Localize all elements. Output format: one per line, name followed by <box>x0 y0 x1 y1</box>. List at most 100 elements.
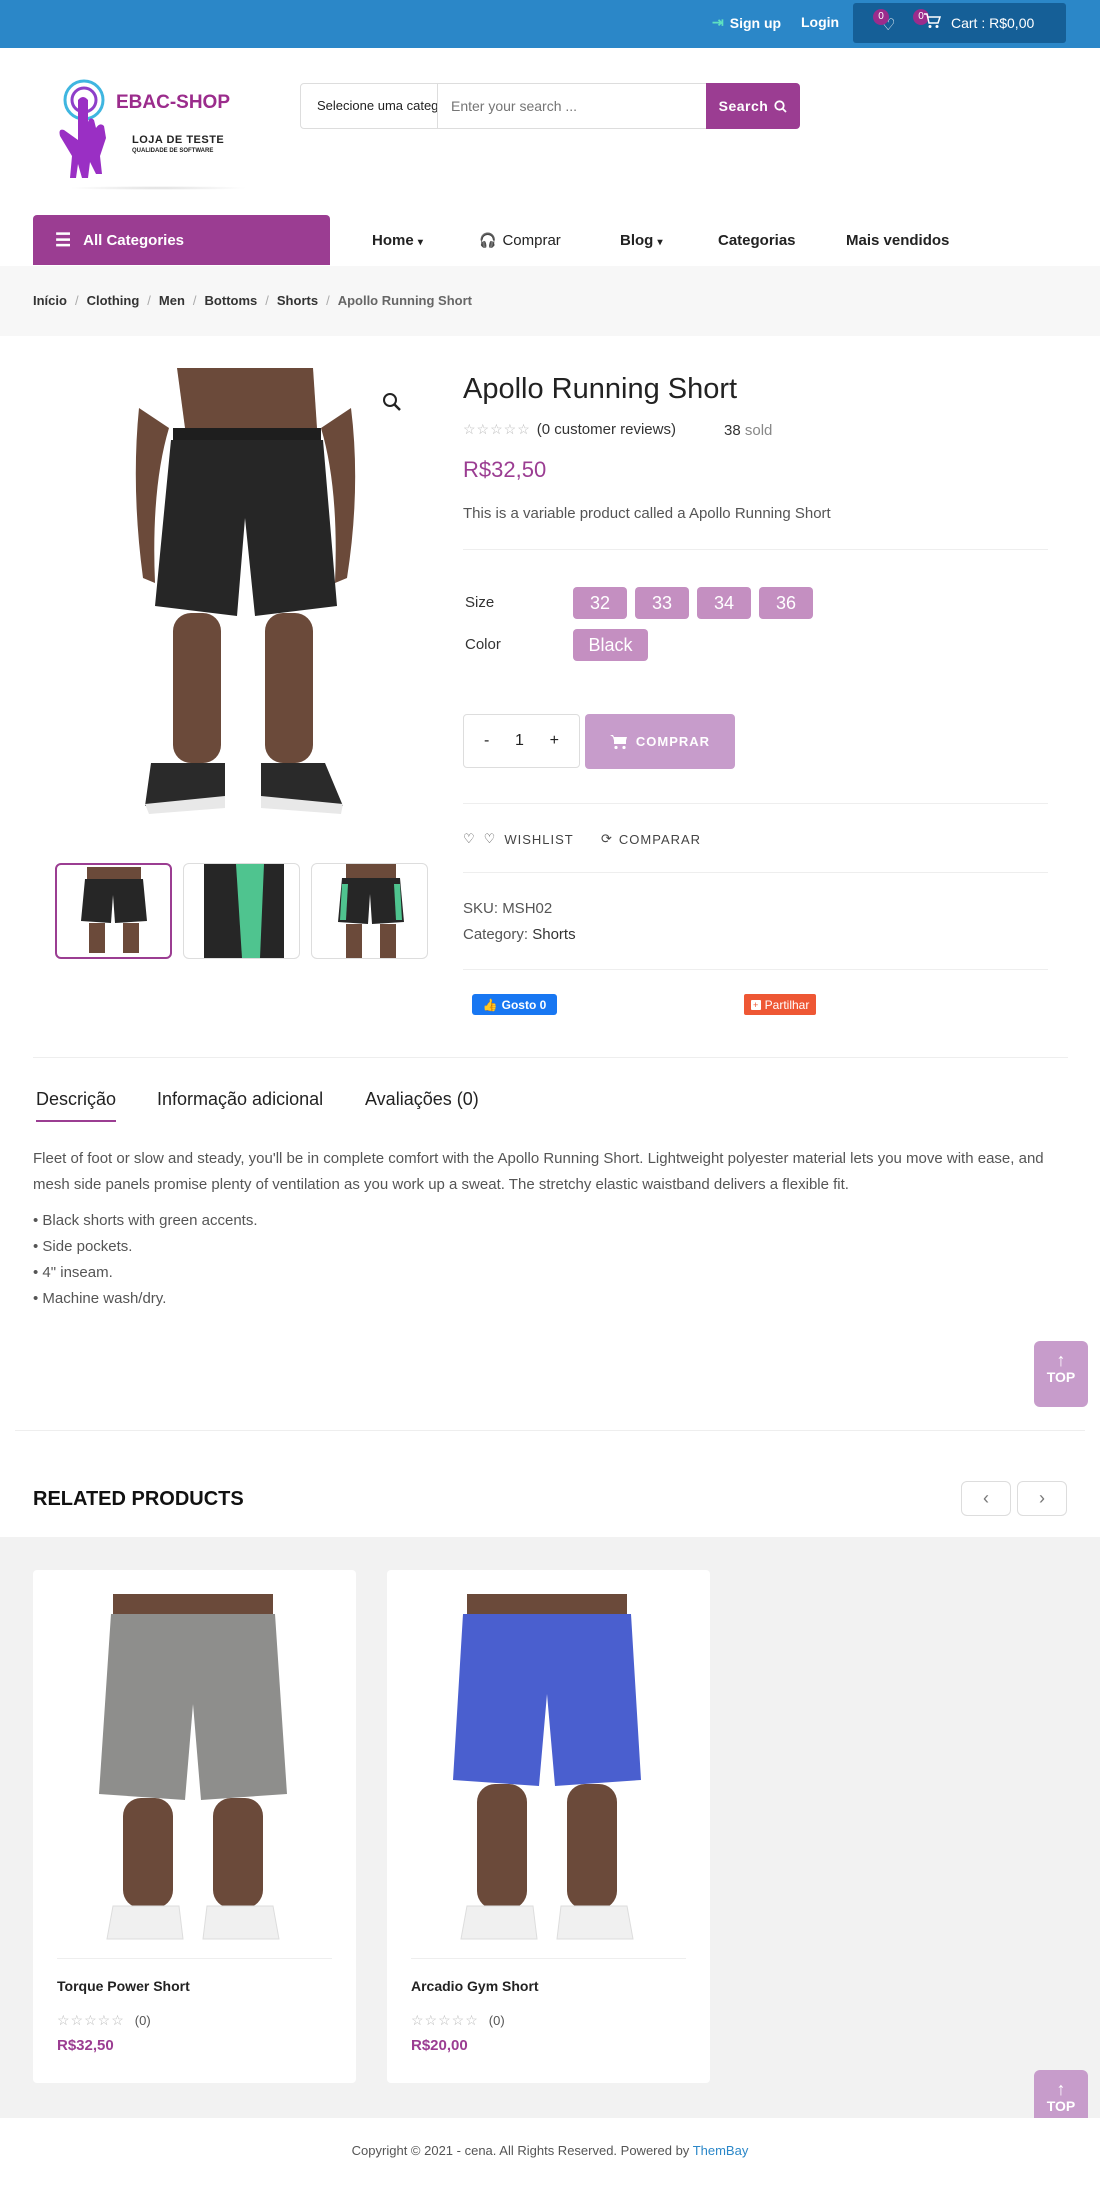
product-description: Fleet of foot or slow and steady, you'll… <box>33 1150 1044 1193</box>
breadcrumb-inicio[interactable]: Início <box>33 293 67 308</box>
product-short-description: This is a variable product called a Apol… <box>463 505 831 522</box>
size-option-36[interactable]: 36 <box>759 587 813 619</box>
breadcrumb-separator: / <box>74 293 79 308</box>
star-rating-icon: ☆☆☆☆☆ <box>463 421 531 437</box>
logo-shadow <box>68 186 248 190</box>
nav-categorias[interactable]: Categorias <box>718 232 796 249</box>
chevron-left-icon: ‹ <box>983 1488 989 1508</box>
product-thumbnail[interactable] <box>183 863 300 959</box>
size-label: Size <box>465 594 495 611</box>
divider <box>463 549 1048 550</box>
logo-subtagline: QUALIDADE DE SOFTWARE <box>132 148 214 154</box>
feature-item: • Black shorts with green accents. <box>33 1212 258 1229</box>
feature-item: • Machine wash/dry. <box>33 1290 167 1307</box>
breadcrumb-separator: / <box>192 293 197 308</box>
share-label: Partilhar <box>764 997 810 1012</box>
back-to-top-button[interactable]: ↑ TOP <box>1034 1341 1088 1407</box>
nav-home[interactable]: Home ▾ <box>372 232 423 249</box>
product-card[interactable]: Torque Power Short ☆☆☆☆☆ (0) R$32,50 <box>33 1570 356 2083</box>
search-button[interactable]: Search <box>706 83 800 129</box>
facebook-like-button[interactable]: 👍 Gosto 0 <box>472 994 557 1015</box>
breadcrumb-bottoms[interactable]: Bottoms <box>205 293 258 308</box>
product-card-review-count: (0) <box>134 2013 151 2028</box>
review-count-link[interactable]: (0 customer reviews) <box>537 421 676 438</box>
nav-blog-label: Blog <box>620 232 654 249</box>
size-option-33[interactable]: 33 <box>635 587 689 619</box>
thumbs-up-icon: 👍 <box>482 997 498 1012</box>
login-link[interactable]: Login <box>801 14 839 30</box>
logo-tagline: LOJA DE TESTE <box>132 134 225 146</box>
wishlist-label: WISHLIST <box>504 831 574 847</box>
back-to-top-label: TOP <box>1046 1369 1076 1385</box>
arrow-up-icon: ↑ <box>1056 1350 1066 1370</box>
divider <box>463 803 1048 804</box>
copyright-text: Copyright © 2021 - cena. All Rights Rese… <box>351 2143 693 2158</box>
product-thumbnail[interactable] <box>311 863 428 959</box>
chevron-right-icon: › <box>1039 1488 1045 1508</box>
cart-box[interactable]: ♡ 0 0 Cart : R$0,00 <box>853 3 1066 43</box>
compare-button[interactable]: ⟳ COMPARAR <box>601 831 701 847</box>
product-card-rating: ☆☆☆☆☆ (0) <box>57 2012 151 2029</box>
product-card-name[interactable]: Torque Power Short <box>57 1978 190 1994</box>
site-logo[interactable]: EBAC-SHOP LOJA DE TESTE QUALIDADE DE SOF… <box>50 78 250 193</box>
share-button[interactable]: + Partilhar <box>744 994 816 1015</box>
caret-down-icon: ▾ <box>657 237 663 248</box>
signup-link[interactable]: ⇥ Sign up <box>712 14 781 31</box>
all-categories-button[interactable]: ☰ All Categories <box>33 215 330 265</box>
divider <box>33 1057 1068 1058</box>
product-card[interactable]: Arcadio Gym Short ☆☆☆☆☆ (0) R$20,00 <box>387 1570 710 2083</box>
add-to-cart-label: COMPRAR <box>635 734 711 749</box>
qty-minus-button[interactable]: - <box>484 732 489 750</box>
breadcrumb-clothing[interactable]: Clothing <box>87 293 140 308</box>
divider <box>463 872 1048 873</box>
thembay-link[interactable]: ThemBay <box>693 2143 749 2158</box>
product-card-name[interactable]: Arcadio Gym Short <box>411 1978 539 1994</box>
breadcrumb-shorts[interactable]: Shorts <box>277 293 318 308</box>
heart-icon: ♡ <box>463 831 476 846</box>
logo-hand-icon <box>59 79 106 178</box>
nav-blog[interactable]: Blog ▾ <box>620 232 663 249</box>
tab-informacao-adicional[interactable]: Informação adicional <box>157 1089 323 1110</box>
carousel-prev-button[interactable]: ‹ <box>961 1481 1011 1516</box>
color-option-black[interactable]: Black <box>573 629 648 661</box>
tab-avaliacoes[interactable]: Avaliações (0) <box>365 1089 479 1110</box>
product-card-review-count: (0) <box>488 2013 505 2028</box>
breadcrumb: Início / Clothing / Men / Bottoms / Shorts / … <box>33 293 472 308</box>
zoom-icon[interactable] <box>382 392 402 418</box>
product-thumbnail[interactable] <box>55 863 172 959</box>
nav-comprar[interactable]: 🎧 Comprar <box>479 232 561 249</box>
breadcrumb-men[interactable]: Men <box>159 293 185 308</box>
search-input[interactable] <box>439 84 705 128</box>
product-sku: SKU: MSH02 <box>463 900 552 917</box>
product-main-image[interactable] <box>125 368 365 840</box>
product-card-image[interactable] <box>437 1594 657 1944</box>
qty-value[interactable]: 1 <box>515 732 524 750</box>
star-rating-icon: ☆☆☆☆☆ <box>57 2012 125 2028</box>
menu-icon: ☰ <box>55 229 72 250</box>
size-option-32[interactable]: 32 <box>573 587 627 619</box>
carousel-next-button[interactable]: › <box>1017 1481 1067 1516</box>
heart-icon: ♡ <box>483 831 497 846</box>
back-to-top-label: TOP <box>1046 2098 1076 2114</box>
product-card-image[interactable] <box>83 1594 303 1944</box>
wishlist-button[interactable]: ♡ ♡ WISHLIST <box>463 831 574 847</box>
color-label: Color <box>465 636 501 653</box>
related-products-title: RELATED PRODUCTS <box>33 1488 244 1510</box>
tab-descricao[interactable]: Descrição <box>36 1089 117 1122</box>
compare-label: COMPARAR <box>618 831 702 847</box>
nav-mais-vendidos[interactable]: Mais vendidos <box>846 232 949 249</box>
category-select[interactable]: Selecione uma categoria <box>301 84 438 128</box>
footer: Copyright © 2021 - cena. All Rights Rese… <box>0 2118 1100 2202</box>
category-link[interactable]: Shorts <box>532 926 575 943</box>
cart-icon <box>923 13 942 34</box>
add-to-cart-button[interactable]: COMPRAR <box>585 714 735 769</box>
star-rating-icon: ☆☆☆☆☆ <box>411 2012 479 2028</box>
cart-icon <box>609 734 627 749</box>
category-label: Category: <box>463 926 529 943</box>
qty-plus-button[interactable]: + <box>550 732 559 750</box>
product-features: • Black shorts with green accents. • Sid… <box>33 1208 258 1312</box>
divider <box>463 969 1048 970</box>
sku-label: SKU: <box>463 900 499 917</box>
signup-label: Sign up <box>729 14 782 31</box>
size-option-34[interactable]: 34 <box>697 587 751 619</box>
